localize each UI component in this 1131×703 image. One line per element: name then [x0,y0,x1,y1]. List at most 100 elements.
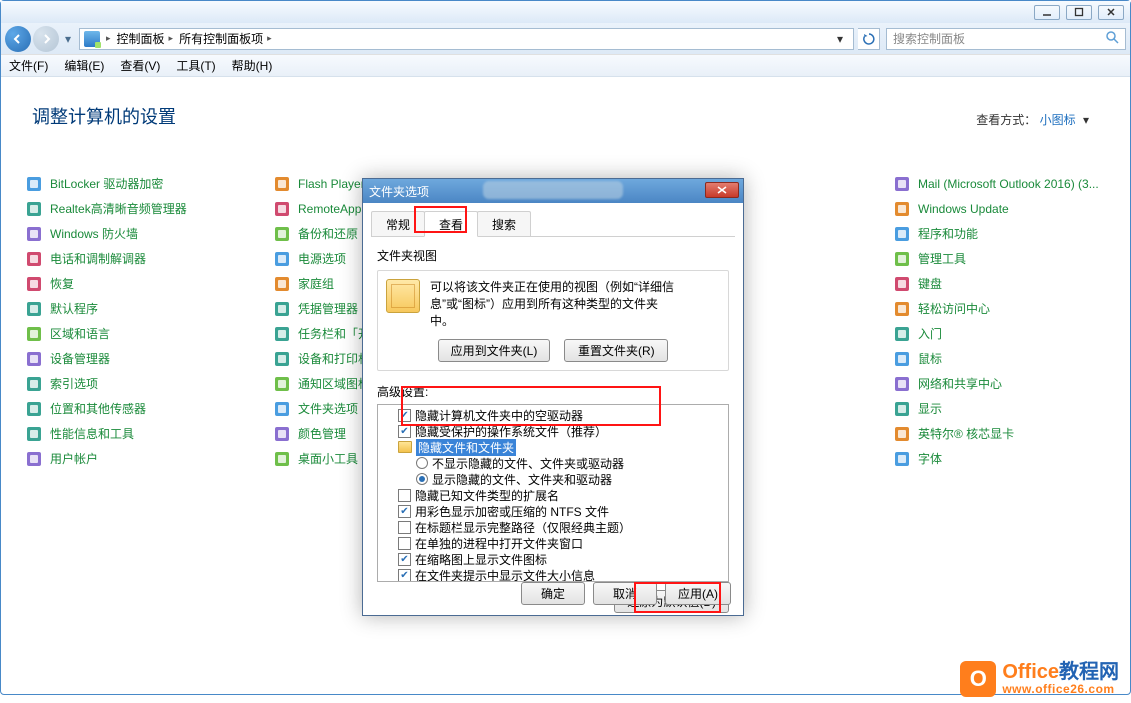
dialog-close-button[interactable] [705,182,739,198]
adv-row-thumb-file-icons[interactable]: 在缩略图上显示文件图标 [382,551,724,567]
address-dropdown[interactable]: ▾ [831,32,849,46]
apply-button[interactable]: 应用(A) [665,582,731,605]
checkbox-icon[interactable] [398,537,411,550]
checkbox-icon[interactable] [398,409,411,422]
cp-item[interactable]: 程序和功能 [894,225,1105,242]
menu-help[interactable]: 帮助(H) [232,57,273,74]
cp-item-icon [26,176,42,192]
watermark-url: www.office26.com [1002,683,1119,696]
adv-row-hide-protected[interactable]: 隐藏受保护的操作系统文件（推荐） [382,423,724,439]
cp-item-label: 任务栏和「开 [298,325,370,342]
adv-row-folder-tip-size[interactable]: 在文件夹提示中显示文件大小信息 [382,567,724,582]
folder-views-icon [386,279,420,313]
adv-row-hidden-files-folder[interactable]: 隐藏文件和文件夹 [382,439,724,455]
cp-item[interactable]: 字体 [894,450,1105,467]
cp-item-label: Flash Player [298,177,365,191]
minimize-button[interactable] [1034,5,1060,20]
back-button[interactable] [5,26,31,52]
menu-edit[interactable]: 编辑(E) [64,57,104,74]
cp-item[interactable]: 显示 [894,400,1105,417]
view-mode-link[interactable]: 小图标 [1040,113,1076,127]
checkbox-icon[interactable] [398,505,411,518]
cp-item[interactable]: 键盘 [894,275,1105,292]
cp-item-icon [26,301,42,317]
search-icon [1105,30,1119,47]
tab-general[interactable]: 常规 [371,211,425,236]
cp-item[interactable]: 英特尔® 核芯显卡 [894,425,1105,442]
cp-item-label: Mail (Microsoft Outlook 2016) (3... [918,177,1099,191]
radio-icon[interactable] [416,473,428,485]
forward-button[interactable] [33,26,59,52]
adv-row-separate-process[interactable]: 在单独的进程中打开文件夹窗口 [382,535,724,551]
cp-item-label: 设备管理器 [50,350,110,367]
cp-item-icon [26,451,42,467]
cp-item-icon [894,451,910,467]
checkbox-icon[interactable] [398,425,411,438]
title-bar [1,1,1130,23]
adv-row-dont-show-hidden[interactable]: 不显示隐藏的文件、文件夹或驱动器 [382,455,724,471]
cp-item-icon [26,276,42,292]
breadcrumb-1[interactable]: 控制面板 ▸ [117,30,174,47]
apply-to-folders-button[interactable]: 应用到文件夹(L) [438,339,551,362]
tab-search[interactable]: 搜索 [477,211,531,236]
breadcrumb-2[interactable]: 所有控制面板项 ▸ [179,30,272,47]
cp-item-label: 程序和功能 [918,225,978,242]
reset-folders-button[interactable]: 重置文件夹(R) [564,339,668,362]
maximize-button[interactable] [1066,5,1092,20]
refresh-button[interactable] [858,28,880,50]
cp-item[interactable]: Windows 防火墙 [26,225,274,242]
cp-item[interactable]: Mail (Microsoft Outlook 2016) (3... [894,175,1105,192]
cp-item[interactable]: 网络和共享中心 [894,375,1105,392]
nav-history-dropdown[interactable]: ▾ [61,28,75,50]
adv-row-show-hidden[interactable]: 显示隐藏的文件、文件夹和驱动器 [382,471,724,487]
cp-item[interactable]: 管理工具 [894,250,1105,267]
cp-item-label: 恢复 [50,275,74,292]
cp-item[interactable]: BitLocker 驱动器加密 [26,175,274,192]
cp-item[interactable]: 入门 [894,325,1105,342]
checkbox-icon[interactable] [398,569,411,582]
checkbox-icon[interactable] [398,521,411,534]
ok-button[interactable]: 确定 [521,582,585,605]
cp-item-label: RemoteApp [298,202,361,216]
cp-item-label: 轻松访问中心 [918,300,990,317]
cancel-button[interactable]: 取消 [593,582,657,605]
address-bar[interactable]: ▸ 控制面板 ▸ 所有控制面板项 ▸ ▾ [79,28,854,50]
adv-row-hide-extensions[interactable]: 隐藏已知文件类型的扩展名 [382,487,724,503]
cp-item-label: 家庭组 [298,275,334,292]
view-mode-dropdown-icon[interactable]: ▾ [1083,113,1089,127]
adv-row-full-path-title[interactable]: 在标题栏显示完整路径（仅限经典主题） [382,519,724,535]
cp-item[interactable]: 电话和调制解调器 [26,250,274,267]
menu-tools[interactable]: 工具(T) [176,57,215,74]
cp-item-icon [26,401,42,417]
search-input[interactable]: 搜索控制面板 [886,28,1126,50]
menu-view[interactable]: 查看(V) [120,57,160,74]
cp-item-icon [894,351,910,367]
tab-view[interactable]: 查看 [424,211,478,237]
cp-item[interactable]: 区域和语言 [26,325,274,342]
cp-item[interactable]: 性能信息和工具 [26,425,274,442]
cp-item[interactable]: 索引选项 [26,375,274,392]
adv-row-hide-empty-drives[interactable]: 隐藏计算机文件夹中的空驱动器 [382,407,724,423]
cp-item[interactable]: 恢复 [26,275,274,292]
checkbox-icon[interactable] [398,553,411,566]
advanced-settings-list[interactable]: 隐藏计算机文件夹中的空驱动器 隐藏受保护的操作系统文件（推荐） 隐藏文件和文件夹… [377,404,729,582]
cp-item[interactable]: Windows Update [894,200,1105,217]
cp-item-label: 索引选项 [50,375,98,392]
close-button[interactable] [1098,5,1124,20]
cp-item[interactable]: 轻松访问中心 [894,300,1105,317]
menu-file[interactable]: 文件(F) [9,57,48,74]
cp-item[interactable]: Realtek高清晰音频管理器 [26,200,274,217]
adv-row-color-ntfs[interactable]: 用彩色显示加密或压缩的 NTFS 文件 [382,503,724,519]
cp-item-label: Windows Update [918,202,1009,216]
cp-item-icon [274,351,290,367]
dialog-title-bar[interactable]: 文件夹选项 [363,179,743,203]
cp-item[interactable]: 默认程序 [26,300,274,317]
cp-item[interactable]: 设备管理器 [26,350,274,367]
radio-icon[interactable] [416,457,428,469]
cp-item-icon [274,451,290,467]
cp-item[interactable]: 位置和其他传感器 [26,400,274,417]
cp-item-icon [894,201,910,217]
cp-item[interactable]: 用户帐户 [26,450,274,467]
cp-item[interactable]: 鼠标 [894,350,1105,367]
checkbox-icon[interactable] [398,489,411,502]
